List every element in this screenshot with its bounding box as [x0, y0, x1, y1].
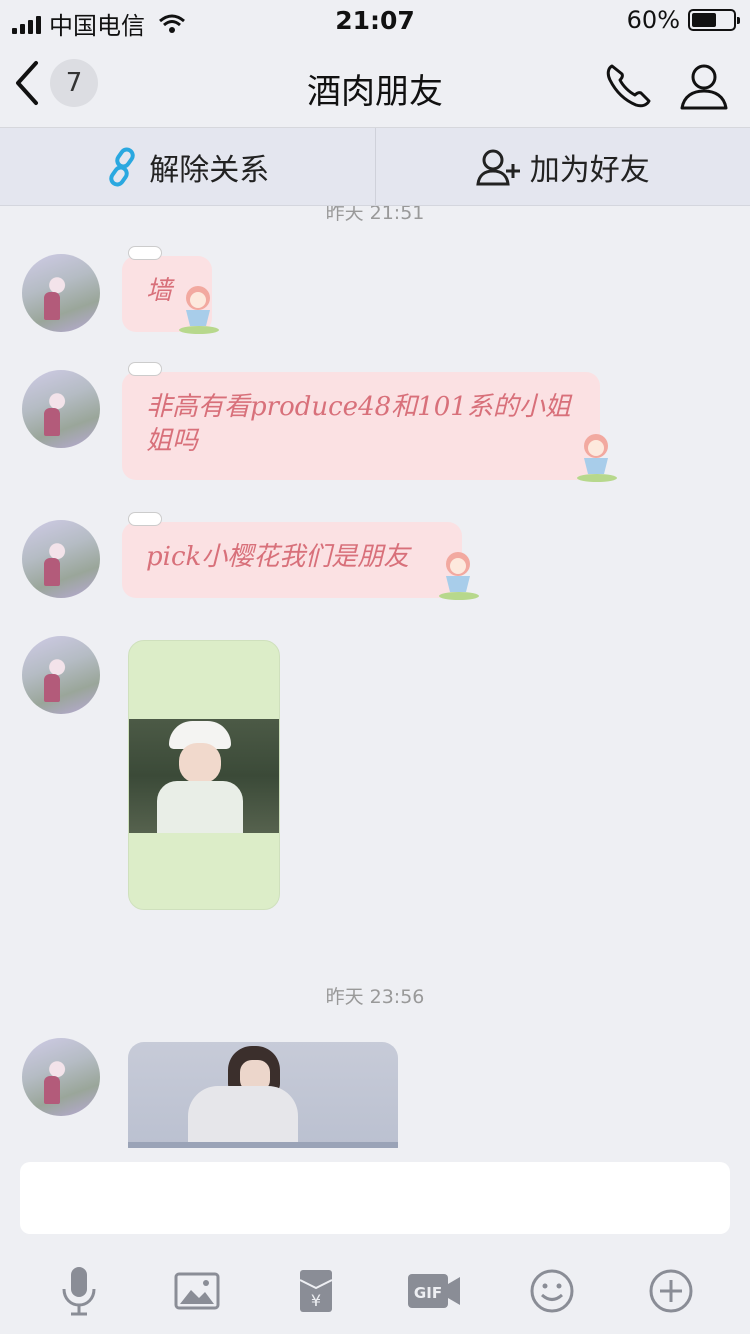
anime-girl-sticker-icon: [179, 286, 219, 334]
message-text: 非高有看produce48和101系的小姐姐吗: [146, 392, 571, 456]
battery-percent: 60%: [626, 6, 680, 34]
cloud-icon: [128, 246, 162, 260]
nav-bar: 7 酒肉朋友: [0, 40, 750, 128]
svg-text:¥: ¥: [311, 1291, 321, 1310]
unlink-icon: [109, 147, 135, 186]
avatar[interactable]: [22, 370, 100, 448]
cloud-icon: [128, 362, 162, 376]
chat-area[interactable]: 昨天 21:51 墙 非高有看produce48和101系的小姐姐吗 pick小…: [0, 206, 750, 1148]
plus-button[interactable]: [641, 1261, 701, 1321]
avatar[interactable]: [22, 636, 100, 714]
avatar[interactable]: [22, 1038, 100, 1116]
message-input[interactable]: [20, 1162, 730, 1234]
microphone-button[interactable]: [49, 1261, 109, 1321]
timestamp: 昨天 23:56: [325, 986, 425, 1008]
phone-icon[interactable]: [602, 60, 654, 112]
message-bubble[interactable]: 非高有看produce48和101系的小姐姐吗: [122, 362, 600, 480]
emoji-icon: [530, 1269, 574, 1313]
image-button[interactable]: [167, 1261, 227, 1321]
relationship-bar: 解除关系 加为好友: [0, 128, 750, 206]
battery-icon: [688, 9, 740, 31]
status-right: 60%: [626, 6, 740, 34]
unlink-label: 解除关系: [149, 152, 270, 188]
message-text: pick小樱花我们是朋友: [146, 542, 410, 572]
status-bar: 中国电信 21:07 60%: [0, 0, 750, 40]
image-icon: [174, 1272, 220, 1310]
profile-icon[interactable]: [678, 60, 730, 112]
image-message[interactable]: [128, 640, 280, 910]
message-text: 墙: [146, 276, 173, 306]
gif-button[interactable]: GIF: [404, 1261, 464, 1321]
add-friend-button[interactable]: 加为好友: [376, 128, 750, 205]
cloud-icon: [128, 512, 162, 526]
emoji-button[interactable]: [522, 1261, 582, 1321]
svg-text:GIF: GIF: [414, 1284, 442, 1302]
avatar[interactable]: [22, 520, 100, 598]
unlink-button[interactable]: 解除关系: [0, 128, 375, 205]
gif-icon: GIF: [408, 1274, 461, 1308]
image-message[interactable]: [128, 1042, 398, 1148]
add-friend-label: 加为好友: [529, 152, 650, 188]
photo: [129, 719, 279, 833]
red-packet-icon: ¥: [299, 1270, 333, 1312]
anime-girl-sticker-icon: [577, 434, 617, 482]
red-packet-button[interactable]: ¥: [286, 1261, 346, 1321]
add-friend-icon: [476, 149, 520, 185]
plus-icon: [649, 1269, 693, 1313]
anime-girl-sticker-icon: [439, 552, 479, 600]
avatar[interactable]: [22, 254, 100, 332]
battery-fill: [692, 13, 716, 27]
microphone-icon: [62, 1267, 96, 1316]
chat-toolbar: ¥ GIF: [0, 1248, 750, 1334]
timestamp: 昨天 21:51: [325, 206, 425, 224]
message-bubble[interactable]: pick小樱花我们是朋友: [122, 512, 462, 598]
